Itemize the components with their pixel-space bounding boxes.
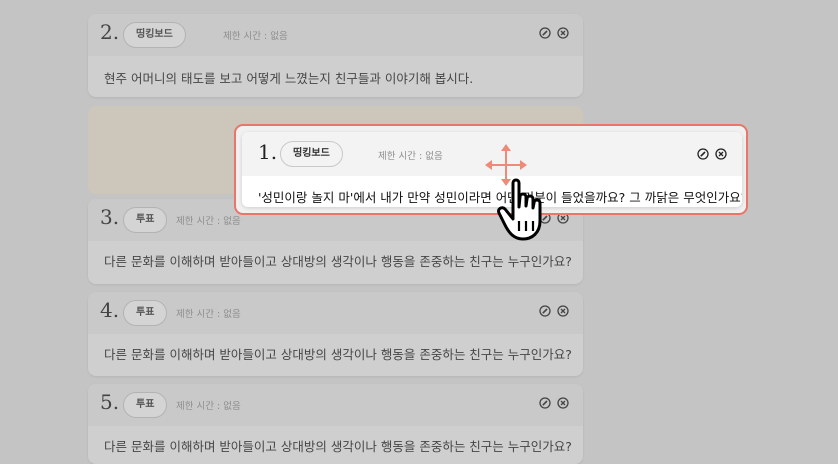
question-card-4[interactable]: 4. 투표 제한 시간 : 없음 다른 문화를 이해하며 받아들이고 상대방의 … <box>88 292 583 376</box>
card-number: 5. <box>100 390 120 414</box>
time-limit-label: 제한 시간 : 없음 <box>176 216 241 227</box>
question-text: 다른 문화를 이해하며 받아들이고 상대방의 생각이나 행동을 존중하는 친구는… <box>104 254 572 269</box>
question-text: 다른 문화를 이해하며 받아들이고 상대방의 생각이나 행동을 존중하는 친구는… <box>104 347 572 362</box>
card-number: 2. <box>100 20 120 44</box>
card-type-badge: 투표 <box>123 392 168 418</box>
question-card-2[interactable]: 2. 띵킹보드 제한 시간 : 없음 현주 어머니의 태도를 보고 어떻게 느꼈… <box>88 14 583 97</box>
card-type-badge: 띵킹보드 <box>280 141 343 167</box>
card-type-badge: 투표 <box>123 300 168 326</box>
question-card-5[interactable]: 5. 투표 제한 시간 : 없음 다른 문화를 이해하며 받아들이고 상대방의 … <box>88 384 583 464</box>
delete-circle-icon[interactable] <box>557 305 569 317</box>
delete-circle-icon[interactable] <box>557 397 569 409</box>
hand-pointer-icon <box>497 178 542 241</box>
delete-circle-icon[interactable] <box>715 148 727 160</box>
card-type-badge: 띵킹보드 <box>123 22 186 48</box>
card-number: 4. <box>100 298 120 322</box>
delete-circle-icon[interactable] <box>557 27 569 39</box>
edit-circle-icon[interactable] <box>539 397 551 409</box>
edit-circle-icon[interactable] <box>539 27 551 39</box>
time-limit-label: 제한 시간 : 없음 <box>223 31 288 42</box>
edit-circle-icon[interactable] <box>697 148 709 160</box>
card-type-badge: 투표 <box>123 207 168 233</box>
edit-circle-icon[interactable] <box>539 305 551 317</box>
time-limit-label: 제한 시간 : 없음 <box>378 151 443 162</box>
card-header: 5. 투표 제한 시간 : 없음 <box>88 384 583 426</box>
time-limit-label: 제한 시간 : 없음 <box>176 309 241 320</box>
card-header: 4. 투표 제한 시간 : 없음 <box>88 292 583 334</box>
time-limit-label: 제한 시간 : 없음 <box>176 401 241 412</box>
card-header: 2. 띵킹보드 제한 시간 : 없음 <box>88 14 583 56</box>
card-number: 3. <box>100 205 120 229</box>
question-text: 현주 어머니의 태도를 보고 어떻게 느꼈는지 친구들과 이야기해 봅시다. <box>104 71 474 86</box>
card-number: 1. <box>258 140 278 164</box>
